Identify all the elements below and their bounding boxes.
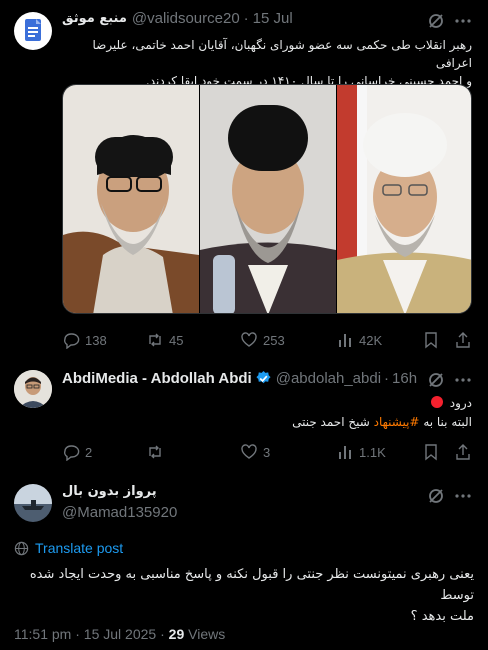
display-name[interactable]: AbdiMedia - Abdollah Abdi [62,370,252,387]
handle[interactable]: @validsource20 [132,10,240,27]
grok-icon[interactable] [426,486,446,506]
tweet-1-text-line-1: رهبر انقلاب طی حکمی سه عضو شورای نگهبان،… [92,38,472,70]
like-button[interactable]: 3 [240,443,270,461]
repost-button[interactable]: 45 [146,331,183,349]
reply-button[interactable]: 2 [62,443,92,461]
share-button[interactable] [454,443,472,461]
tweet-3-text-line-1: یعنی رهبری نمیتونست نظر جنتی را قبول نکن… [29,567,474,603]
timestamp[interactable]: 16h [392,370,417,387]
post-time[interactable]: 11:51 pm [14,626,71,642]
views-button[interactable]: 1.1K [336,443,386,461]
timestamp[interactable]: 15 Jul [253,10,293,27]
avatar-image [14,484,52,522]
dot-separator: · [75,626,84,642]
translate-post-label[interactable]: Translate post [35,540,123,556]
views-label: Views [188,626,226,642]
like-button[interactable]: 253 [240,331,285,349]
tweet-2-text: درود البته بنا به #پیشنهاد شیخ احمد جنتی [62,394,472,432]
grok-icon[interactable] [426,11,446,31]
dot-separator: · [160,626,169,642]
tweet-2-line-1: درود [62,394,472,413]
views-count: 1.1K [359,444,386,460]
hashtag-link[interactable]: #پیشنهاد [374,415,420,429]
tweet-2-header: AbdiMedia - Abdollah Abdi @abdolah_abdi … [62,370,417,387]
post-date[interactable]: 15 Jul 2025 [84,626,156,642]
handle[interactable]: @Mamad135920 [62,504,177,521]
tweet-1[interactable]: منبع موثق @validsource20 · 15 Jul رهبر ا… [0,0,488,360]
views-button[interactable]: 42K [336,331,382,349]
more-icon[interactable] [453,370,473,390]
media-image [63,85,471,313]
bookmark-icon [425,332,437,349]
share-icon [456,332,470,348]
tweet-2[interactable]: AbdiMedia - Abdollah Abdi @abdolah_abdi … [0,360,488,476]
display-name[interactable]: پرواز بدون بال [62,484,177,504]
like-count: 253 [263,332,285,348]
like-count: 3 [263,444,271,460]
reply-count: 138 [85,332,107,348]
dot-separator: · [384,370,390,387]
share-icon [456,444,470,460]
bookmark-icon [425,444,437,461]
tweet-1-text: رهبر انقلاب طی حکمی سه عضو شورای نگهبان،… [62,36,472,90]
tweet-3-author: پرواز بدون بال @Mamad135920 [62,484,177,521]
bookmark-button[interactable] [422,443,440,461]
tweet-1-actions: 138 45 253 42K [62,330,472,350]
reply-button[interactable]: 138 [62,331,107,349]
translate-post-link[interactable]: Translate post [14,540,123,556]
share-button[interactable] [454,331,472,349]
handle[interactable]: @abdolah_abdi [276,370,381,387]
views-number: 29 [168,626,185,642]
globe-icon [14,541,29,555]
display-name[interactable]: منبع موثق [62,11,127,26]
avatar-image [14,370,52,408]
repost-count: 45 [169,332,184,348]
views-icon [339,446,351,459]
line-2-suffix: شیخ احمد جنتی [292,415,370,429]
like-icon [241,332,257,347]
tweet-1-header: منبع موثق @validsource20 · 15 Jul [62,10,293,27]
views-icon [339,334,351,347]
tweet-3-text: یعنی رهبری نمیتونست نظر جنتی را قبول نکن… [14,564,474,627]
dot-separator: · [243,10,249,27]
grok-icon[interactable] [426,370,446,390]
tweet-3-text-line-2: ملت بدهد ؟ [410,609,474,624]
repost-button[interactable] [146,443,169,461]
tweet-2-actions: 2 3 1.1K [62,442,472,462]
tweet-3: پرواز بدون بال @Mamad135920 Translate po… [0,476,488,650]
bookmark-button[interactable] [422,331,440,349]
line-2-prefix: البته بنا به [423,415,472,429]
reply-count: 2 [85,444,93,460]
like-icon [241,444,257,459]
reply-icon [64,333,80,349]
avatar-validsource[interactable] [14,12,52,50]
more-icon[interactable] [453,11,473,31]
reply-icon [64,445,80,461]
repost-icon [149,445,161,459]
tweet-1-media[interactable] [62,84,472,314]
avatar-abdimedia[interactable] [14,370,52,408]
greeting-text: درود [449,396,472,410]
verified-icon [256,370,271,384]
document-icon [25,19,41,41]
avatar-parvaz[interactable] [14,484,52,522]
repost-icon [149,333,161,347]
tweet-3-meta: 11:51 pm · 15 Jul 2025 · 29 Views [14,626,225,642]
views-count: 42K [359,332,383,348]
red-circle-icon [430,396,443,408]
more-icon[interactable] [453,486,473,506]
tweet-2-line-2: البته بنا به #پیشنهاد شیخ احمد جنتی [62,413,472,432]
